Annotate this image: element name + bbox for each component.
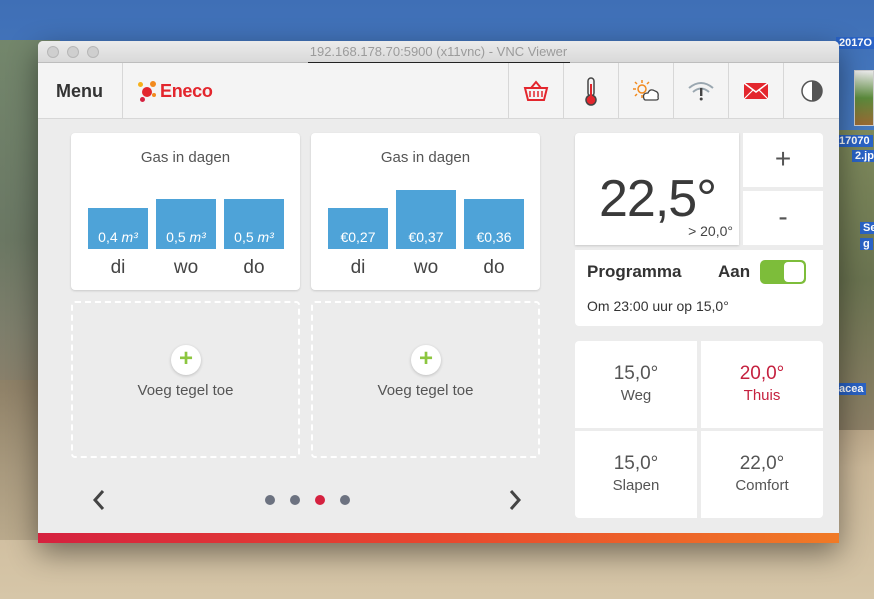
preset-thuis[interactable]: 20,0° Thuis — [701, 341, 823, 428]
bottom-accent-strip — [38, 533, 839, 543]
day-label: do — [243, 257, 265, 278]
usage-bar: 0,4 m³ — [88, 208, 148, 249]
brand-name: Eneco — [160, 80, 213, 101]
setpoint-temperature: > 20,0° — [688, 223, 733, 239]
usage-bar: 0,5 m³ — [156, 199, 216, 249]
bar-value: 0,5 — [234, 229, 254, 245]
preset-name: Slapen — [612, 477, 660, 494]
menu-button[interactable]: Menu — [38, 63, 123, 119]
bar-value: €0,37 — [408, 229, 444, 245]
day-label: wo — [173, 257, 199, 278]
cost-bar: €0,37 — [396, 190, 456, 249]
preset-name: Thuis — [743, 387, 781, 404]
eneco-logo: Eneco — [138, 78, 213, 104]
program-toggle[interactable] — [760, 260, 806, 284]
zoom-window-button[interactable] — [87, 46, 99, 58]
basket-icon[interactable] — [508, 63, 563, 119]
add-tile-label: Voeg tegel toe — [137, 382, 234, 399]
vnc-viewer-window: 192.168.178.70:5900 (x11vnc) - VNC Viewe… — [38, 41, 839, 543]
mail-icon[interactable] — [728, 63, 783, 119]
add-tile-label: Voeg tegel toe — [377, 382, 474, 399]
preset-temperature: 15,0° — [613, 453, 659, 474]
current-temperature: 22,5° — [599, 170, 717, 228]
bar-value: €0,36 — [476, 229, 512, 245]
thermometer-icon[interactable] — [563, 63, 618, 119]
bar-unit: m³ — [257, 229, 274, 245]
add-tile-slot[interactable]: + Voeg tegel toe — [71, 301, 300, 458]
current-temperature-tile: 22,5° > 20,0° — [575, 133, 739, 245]
decrease-temperature-button[interactable]: - — [743, 191, 823, 245]
day-label: di — [350, 257, 366, 278]
day-label: di — [110, 257, 126, 278]
preset-temperature: 20,0° — [739, 363, 785, 384]
cost-bar: €0,36 — [464, 199, 524, 249]
preset-name: Weg — [620, 387, 652, 404]
day-label: do — [483, 257, 505, 278]
dim-icon[interactable] — [783, 63, 839, 119]
plus-icon[interactable]: + — [171, 345, 201, 375]
wifi-alert-icon[interactable] — [673, 63, 728, 119]
desktop-file-label[interactable]: g — [860, 238, 873, 250]
desktop-file-label[interactable]: 2.jp — [852, 150, 874, 162]
increase-temperature-button[interactable]: + — [743, 133, 823, 187]
preset-temperature: 15,0° — [613, 363, 659, 384]
preset-slapen[interactable]: 15,0° Slapen — [575, 431, 697, 518]
preset-temperature: 22,0° — [739, 453, 785, 474]
program-tile: Programma Aan Om 23:00 uur op 15,0° — [575, 250, 823, 326]
tile-title: Gas in dagen — [380, 149, 471, 166]
dashboard: Gas in dagen 0,4 m³ 0,5 m³ 0,5 m³ di wo … — [38, 119, 839, 533]
bar-value: €0,27 — [340, 229, 376, 245]
minimize-window-button[interactable] — [67, 46, 79, 58]
program-state: Aan — [718, 262, 751, 281]
app-header: Menu Eneco — [38, 63, 839, 119]
cost-bar: €0,27 — [328, 208, 388, 249]
preset-comfort[interactable]: 22,0° Comfort — [701, 431, 823, 518]
program-next-change: Om 23:00 uur op 15,0° — [587, 298, 729, 314]
page-dot[interactable] — [290, 495, 300, 505]
day-label: wo — [413, 257, 439, 278]
chevron-left-icon[interactable] — [92, 489, 106, 511]
bar-unit: m³ — [189, 229, 206, 245]
weather-icon[interactable] — [618, 63, 673, 119]
page-dot[interactable] — [265, 495, 275, 505]
window-title: 192.168.178.70:5900 (x11vnc) - VNC Viewe… — [309, 44, 568, 59]
bar-value: 0,4 — [98, 229, 118, 245]
window-titlebar[interactable]: 192.168.178.70:5900 (x11vnc) - VNC Viewe… — [38, 41, 839, 64]
chevron-right-icon[interactable] — [508, 489, 522, 511]
desktop-file-label[interactable]: Se — [860, 222, 874, 234]
tile-title: Gas in dagen — [140, 149, 231, 166]
usage-bar: 0,5 m³ — [224, 199, 284, 249]
desktop-file-label[interactable]: 17070 — [836, 135, 873, 147]
gas-usage-tile[interactable]: Gas in dagen 0,4 m³ 0,5 m³ 0,5 m³ di wo … — [71, 133, 300, 290]
desktop-file-label[interactable]: 2017O — [836, 37, 874, 49]
eneco-logo-icon — [138, 79, 158, 103]
desktop-file-thumbnail[interactable] — [854, 70, 874, 126]
bar-value: 0,5 — [166, 229, 186, 245]
close-window-button[interactable] — [47, 46, 59, 58]
page-dot[interactable] — [315, 495, 325, 505]
toggle-knob — [784, 262, 804, 282]
add-tile-slot[interactable]: + Voeg tegel toe — [311, 301, 540, 458]
preset-name: Comfort — [735, 477, 789, 494]
program-label: Programma — [587, 262, 682, 281]
bar-unit: m³ — [121, 229, 138, 245]
desktop-file-label[interactable]: acea — [836, 383, 867, 395]
page-dot[interactable] — [340, 495, 350, 505]
preset-weg[interactable]: 15,0° Weg — [575, 341, 697, 428]
gas-cost-tile[interactable]: Gas in dagen €0,27 €0,37 €0,36 di wo do — [311, 133, 540, 290]
plus-icon[interactable]: + — [411, 345, 441, 375]
